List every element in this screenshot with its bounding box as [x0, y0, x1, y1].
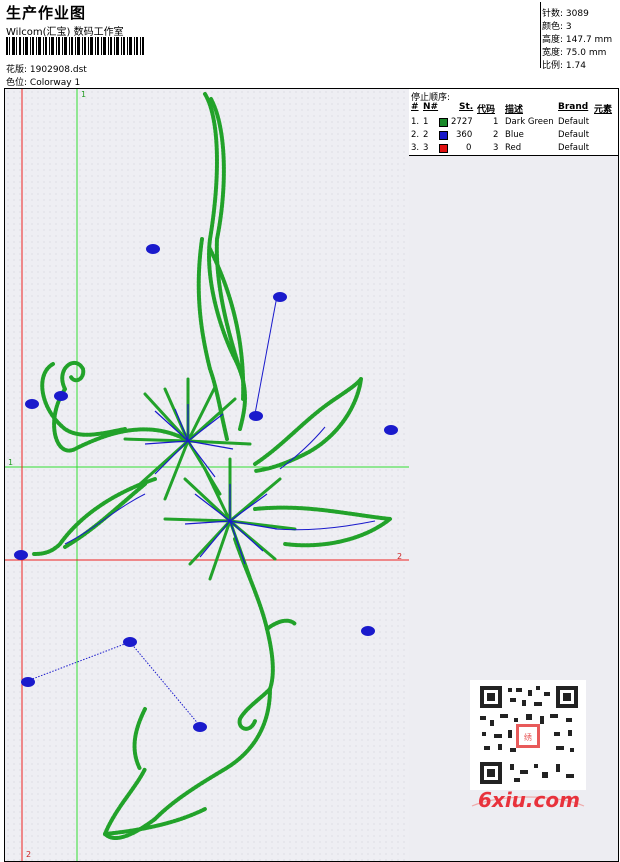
- barcode: [6, 37, 144, 55]
- table-row[interactable]: 2. 2 360 2 Blue Default: [409, 129, 618, 142]
- svg-text:绣: 绣: [524, 732, 532, 742]
- col-header-brand: Brand: [558, 102, 589, 112]
- company-name: Wilcom(汇宝) 数码工作室: [6, 27, 124, 38]
- watermark-text: 6xiu.com: [478, 788, 580, 812]
- guide-red-h-label: 2: [397, 552, 402, 561]
- col-header-desc: 描述: [505, 105, 524, 115]
- design-label: 花版:: [6, 65, 28, 75]
- color-swatch: [439, 118, 448, 127]
- stat-height: 高度: 147.7 mm: [542, 35, 613, 45]
- color-swatch: [439, 131, 448, 140]
- color-swatch: [439, 144, 448, 153]
- col-header-code: 代码: [477, 105, 496, 115]
- stat-scale: 比例: 1.74: [542, 61, 586, 71]
- col-header-element: 元素: [594, 105, 613, 115]
- guide-green-h-label: 1: [8, 458, 13, 467]
- col-header-no: N#: [423, 102, 439, 112]
- colorway-label: 色位:: [6, 78, 28, 88]
- col-header-num: #: [411, 102, 419, 112]
- stat-width: 宽度: 75.0 mm: [542, 48, 607, 58]
- embroidery-preview: 1 1 2 2: [5, 89, 409, 861]
- page-title: 生产作业图: [6, 4, 87, 22]
- stop-sequence-table: 停止顺序: # N# St. 代码 描述 Brand 元素 1. 1 2727 …: [409, 89, 618, 156]
- design-value: 1902908.dst: [29, 65, 87, 75]
- guide-red-v-label: 2: [26, 850, 31, 859]
- table-row[interactable]: 3. 3 0 3 Red Default: [409, 142, 618, 155]
- colorway-value: Colorway 1: [29, 78, 81, 88]
- header: 生产作业图 Wilcom(汇宝) 数码工作室 花版: 1902908.dst 色…: [0, 0, 620, 88]
- stat-stitches: 针数: 3089: [542, 9, 589, 19]
- stats-divider: [540, 2, 541, 68]
- colorway: 色位: Colorway 1: [6, 75, 80, 88]
- stat-colors: 颜色: 3: [542, 22, 572, 32]
- table-row[interactable]: 1. 1 2727 1 Dark Green Default: [409, 116, 618, 129]
- col-header-stitches: St.: [459, 102, 474, 112]
- design-file: 花版: 1902908.dst: [6, 62, 87, 75]
- guide-green-v-label: 1: [81, 90, 86, 99]
- design-canvas[interactable]: 1 1 2 2: [4, 88, 410, 862]
